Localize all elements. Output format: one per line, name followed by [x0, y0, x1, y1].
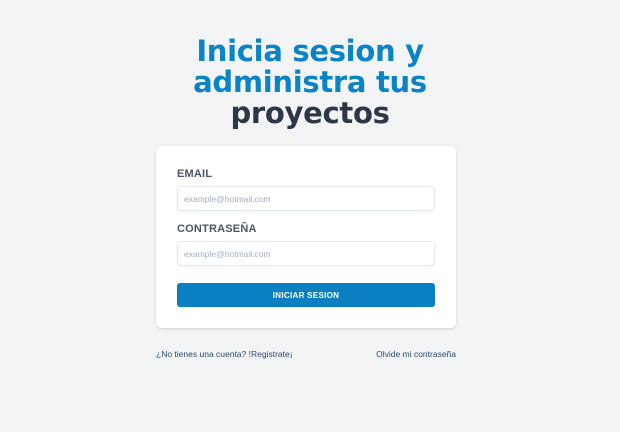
title-line-3: proyectos — [230, 96, 390, 130]
login-button[interactable]: INICIAR SESION — [177, 283, 435, 307]
title-line-2: administra tus — [193, 65, 427, 99]
password-label: CONTRASEÑA — [177, 223, 257, 235]
login-form: EMAIL CONTRASEÑA INICIAR SESION — [156, 146, 456, 328]
login-page: Inicia sesion y administra tus proyectos… — [0, 0, 620, 432]
register-link[interactable]: ¿No tienes una cuenta? !Registrate¡ — [156, 349, 293, 359]
password-field[interactable] — [177, 241, 435, 266]
email-label: EMAIL — [177, 168, 213, 180]
page-title: Inicia sesion y administra tus proyectos — [0, 36, 620, 129]
email-field[interactable] — [177, 186, 435, 211]
title-line-1: Inicia sesion y — [196, 34, 424, 68]
forgot-password-link[interactable]: Olvide mi contraseña — [376, 349, 456, 359]
